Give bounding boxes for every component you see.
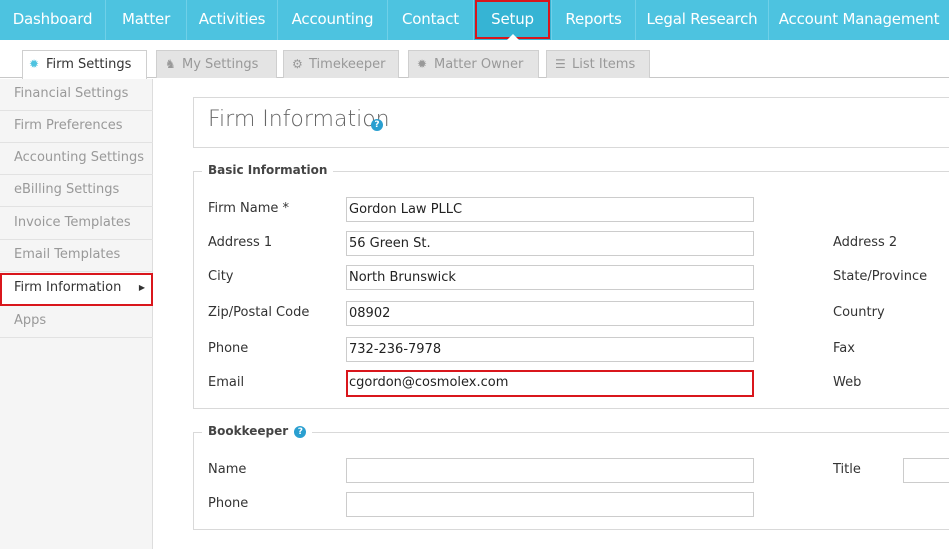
- tab-label: Firm Settings: [46, 57, 132, 72]
- firm-name-label: Firm Name *: [208, 201, 290, 216]
- tab-label: List Items: [572, 57, 636, 72]
- nav-activities[interactable]: Activities: [187, 0, 278, 40]
- bookkeeper-title-label: Title: [833, 462, 861, 477]
- address1-label: Address 1: [208, 235, 273, 250]
- page-title: Firm Information: [208, 107, 390, 132]
- bookkeeper-legend-label: Bookkeeper: [208, 424, 289, 438]
- gear-icon: ✹: [417, 57, 428, 71]
- tab-firm-settings[interactable]: ✹ Firm Settings: [22, 50, 147, 79]
- email-label: Email: [208, 375, 245, 390]
- zip-field[interactable]: 08902: [346, 301, 754, 326]
- top-nav: Dashboard Matter Activities Accounting C…: [0, 0, 949, 40]
- settings-sidebar: Financial Settings Firm Preferences Acco…: [0, 79, 153, 549]
- person-icon: ♞: [165, 57, 176, 71]
- nav-matter[interactable]: Matter: [106, 0, 187, 40]
- bookkeeper-name-field[interactable]: [346, 458, 754, 483]
- tab-label: Matter Owner: [434, 57, 524, 72]
- bookkeeper-title-field[interactable]: [903, 458, 949, 483]
- sidebar-item-financial-settings[interactable]: Financial Settings: [0, 79, 153, 111]
- section-legend: Basic Information: [202, 163, 334, 177]
- list-icon: ☰: [555, 57, 566, 71]
- state-label: State/Province: [833, 269, 928, 284]
- sidebar-item-ebilling-settings[interactable]: eBilling Settings: [0, 175, 153, 207]
- nav-setup[interactable]: Setup: [474, 0, 552, 40]
- nav-legal-research[interactable]: Legal Research: [636, 0, 769, 40]
- highlight-box: [0, 273, 153, 306]
- sidebar-item-apps[interactable]: Apps: [0, 306, 153, 338]
- sidebar-item-email-templates[interactable]: Email Templates: [0, 240, 153, 272]
- address1-field[interactable]: 56 Green St.: [346, 231, 754, 256]
- phone-field[interactable]: 732-236-7978: [346, 337, 754, 362]
- sidebar-item-firm-information[interactable]: Firm Information ▶: [0, 273, 153, 306]
- tab-list-items[interactable]: ☰ List Items: [546, 50, 650, 78]
- sidebar-item-firm-preferences[interactable]: Firm Preferences: [0, 111, 153, 143]
- page-header: Firm Information ?: [193, 97, 949, 148]
- web-label: Web: [833, 375, 862, 390]
- sidebar-item-accounting-settings[interactable]: Accounting Settings: [0, 143, 153, 175]
- tab-label: Timekeeper: [309, 57, 386, 72]
- help-icon[interactable]: ?: [371, 119, 383, 131]
- gears-icon: ⚙: [292, 57, 303, 71]
- sidebar-item-invoice-templates[interactable]: Invoice Templates: [0, 208, 153, 240]
- nav-contact[interactable]: Contact: [388, 0, 474, 40]
- email-field[interactable]: cgordon@cosmolex.com: [346, 370, 754, 397]
- tab-label: My Settings: [182, 57, 259, 72]
- gear-icon: ✹: [29, 57, 40, 71]
- nav-reports[interactable]: Reports: [552, 0, 636, 40]
- city-label: City: [208, 269, 234, 284]
- city-field[interactable]: North Brunswick: [346, 265, 754, 290]
- country-label: Country: [833, 305, 885, 320]
- tab-timekeeper[interactable]: ⚙ Timekeeper: [283, 50, 399, 78]
- bookkeeper-phone-field[interactable]: [346, 492, 754, 517]
- tab-matter-owner[interactable]: ✹ Matter Owner: [408, 50, 539, 78]
- phone-label: Phone: [208, 341, 249, 356]
- address2-label: Address 2: [833, 235, 898, 250]
- zip-label: Zip/Postal Code: [208, 305, 310, 320]
- nav-dashboard[interactable]: Dashboard: [0, 0, 106, 40]
- bookkeeper-name-label: Name: [208, 462, 247, 477]
- section-legend: Bookkeeper ?: [202, 424, 313, 438]
- firm-name-field[interactable]: Gordon Law PLLC: [346, 197, 754, 222]
- nav-account-management[interactable]: Account Management: [769, 0, 949, 40]
- help-icon[interactable]: ?: [294, 425, 307, 438]
- nav-accounting[interactable]: Accounting: [278, 0, 388, 40]
- tab-my-settings[interactable]: ♞ My Settings: [156, 50, 277, 78]
- fax-label: Fax: [833, 341, 855, 356]
- settings-tabs: ✹ Firm Settings ♞ My Settings ⚙ Timekeeper …: [0, 40, 949, 79]
- bookkeeper-phone-label: Phone: [208, 496, 249, 511]
